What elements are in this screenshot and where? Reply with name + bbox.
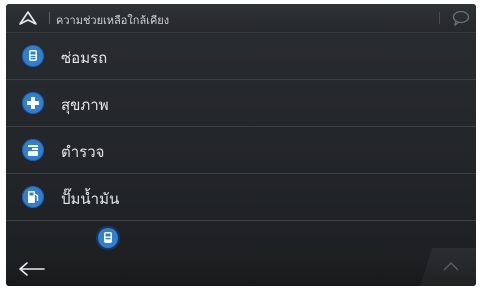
page-title: ความช่วยเหลือใกล้เคียง <box>56 14 170 27</box>
menu-item-label: ตำรวจ <box>61 143 105 161</box>
back-button[interactable] <box>10 253 54 285</box>
bottom-bar <box>6 250 476 286</box>
menu-item-police[interactable]: ตำรวจ <box>6 127 476 174</box>
car-repair-pin-icon <box>98 228 118 248</box>
medical-cross-icon <box>22 92 44 114</box>
title-separator <box>49 12 50 24</box>
nearby-help-screen: ความช่วยเหลือใกล้เคียง ซ่อมรถ สุขภาพ ตำร… <box>6 4 476 286</box>
menu-item-gas-station[interactable]: ปั๊มน้ำมัน <box>6 174 476 221</box>
back-arrow-icon <box>19 262 45 276</box>
menu-item-car-repair[interactable]: ซ่อมรถ <box>6 33 476 80</box>
menu-item-label: สุขภาพ <box>61 96 109 114</box>
speech-bubble-icon[interactable] <box>452 10 470 27</box>
police-icon <box>22 139 44 161</box>
top-bar: ความช่วยเหลือใกล้เคียง <box>6 4 476 33</box>
chevron-up-icon <box>443 262 459 271</box>
menu-item-label: ซ่อมรถ <box>61 49 108 67</box>
right-separator <box>439 12 440 24</box>
car-repair-icon <box>22 45 44 67</box>
fuel-pump-icon <box>22 186 44 208</box>
menu-item-health[interactable]: สุขภาพ <box>6 80 476 127</box>
menu-item-label: ปั๊มน้ำมัน <box>61 190 120 208</box>
navigation-arrow-icon[interactable] <box>18 10 38 26</box>
